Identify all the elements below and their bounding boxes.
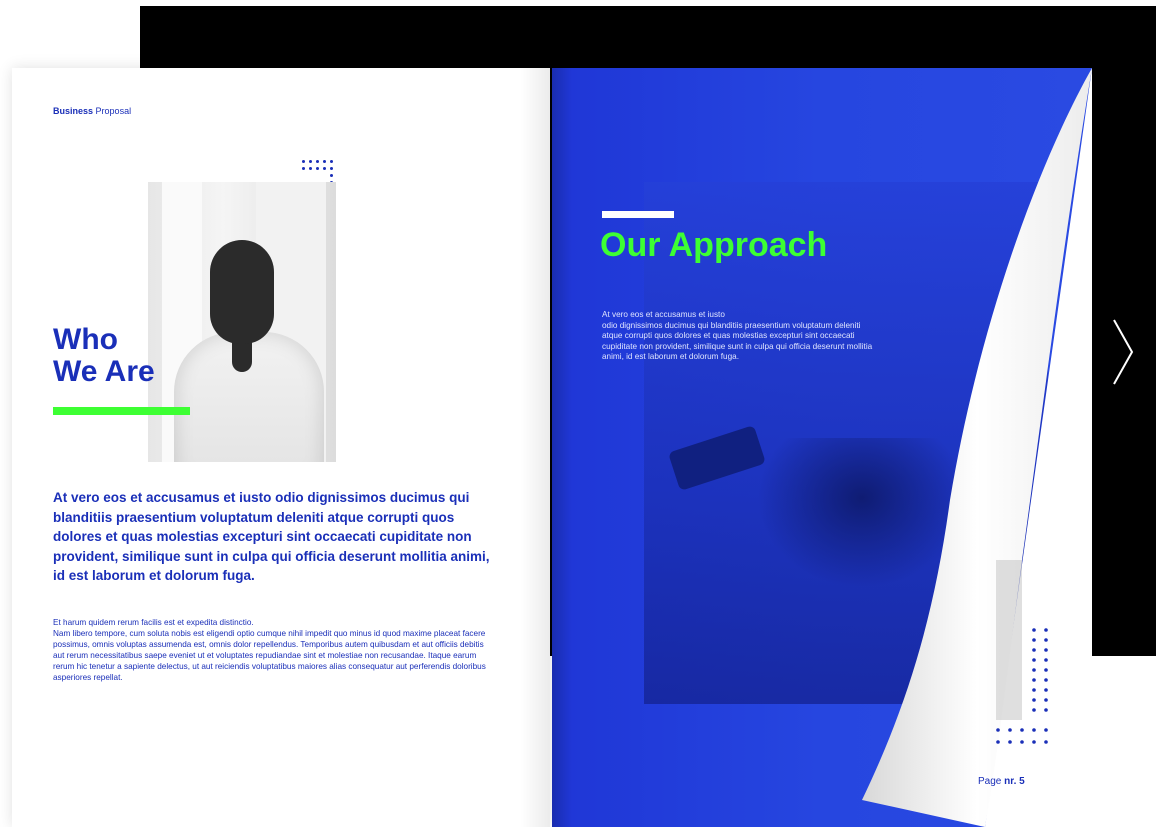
person-head [210, 240, 274, 344]
page-number-value: nr. 5 [1004, 776, 1025, 787]
header-label-bold: Business [53, 106, 94, 116]
body-paragraph: Et harum quidem rerum facilis est et exp… [53, 618, 486, 682]
page-number-label: Page [978, 776, 1002, 787]
page-number: Page nr. 5 [978, 776, 1025, 787]
portrait-photo [148, 182, 336, 462]
lead-paragraph: At vero eos et accusamus et iusto odio d… [53, 490, 490, 583]
right-page: Our Approach At vero eos et accusamus et… [552, 68, 1092, 827]
left-page: Business Proposal Who We Are At vero eos… [12, 68, 550, 827]
header-label-rest: Proposal [95, 106, 132, 116]
right-page-spine-shadow [552, 68, 572, 827]
next-page-chevron-icon[interactable] [1108, 316, 1138, 388]
header-label: Business Proposal [53, 106, 131, 116]
hand-shape [757, 438, 967, 588]
approach-paragraph: At vero eos et accusamus et iusto odio d… [602, 310, 873, 361]
title-underline-bar [53, 407, 190, 415]
section-title-our-approach: Our Approach [600, 226, 828, 264]
title-overline-bar [602, 211, 674, 218]
left-page-spine-shadow [520, 68, 550, 827]
page-title-who-we-are: Who We Are [53, 323, 155, 388]
dot-pattern-top [302, 160, 333, 184]
